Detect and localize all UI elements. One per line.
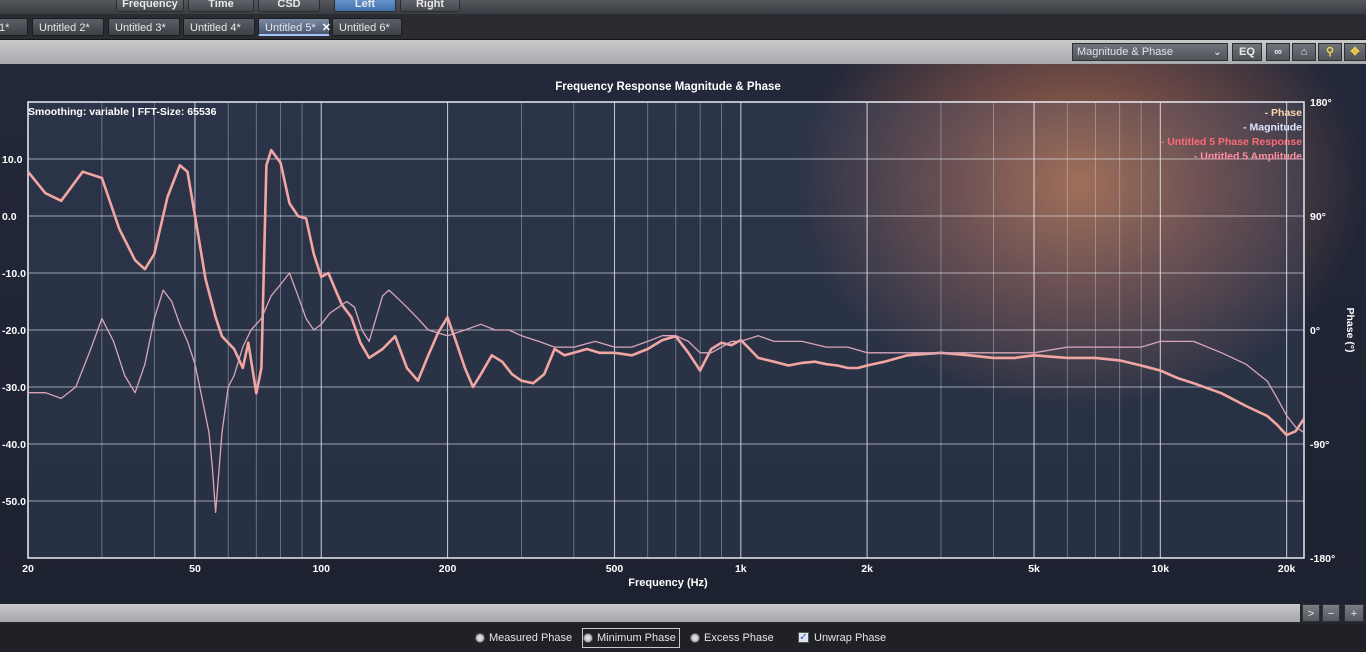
app-window: Frequency Time CSD Left Right 1* Untitle… xyxy=(0,0,1366,652)
eq-button[interactable]: EQ xyxy=(1232,43,1262,61)
radio-icon xyxy=(690,633,700,643)
tab-untitled-4[interactable]: Untitled 4* xyxy=(183,18,255,36)
top-toolbar: Frequency Time CSD Left Right xyxy=(0,0,1366,14)
time-button[interactable]: Time xyxy=(188,0,254,12)
measured-phase-radio[interactable]: Measured Phase xyxy=(475,629,572,647)
bottom-panel: > − + Measured Phase Minimum Phase Exces… xyxy=(0,604,1366,652)
csd-button[interactable]: CSD xyxy=(258,0,320,12)
x-tick-label: 20k xyxy=(1278,563,1296,575)
zoom-in-button[interactable]: + xyxy=(1344,604,1364,622)
excess-phase-radio[interactable]: Excess Phase xyxy=(690,629,774,647)
y-tick-label: -30.0 xyxy=(2,382,26,394)
y-tick-label: 10.0 xyxy=(2,154,23,166)
x-tick-label: 2k xyxy=(861,563,873,575)
y-tick-label: -10.0 xyxy=(2,268,26,280)
x-axis-label: Frequency (Hz) xyxy=(628,577,708,589)
view-mode-value: Magnitude & Phase xyxy=(1077,46,1174,58)
right-channel-button[interactable]: Right xyxy=(400,0,460,12)
tab-untitled-3[interactable]: Untitled 3* xyxy=(108,18,180,36)
phase-tick-label: 90° xyxy=(1310,211,1326,223)
y-tick-label: -40.0 xyxy=(2,439,26,451)
home-icon[interactable]: ⌂ xyxy=(1292,43,1316,61)
phase-options: Measured Phase Minimum Phase Excess Phas… xyxy=(0,624,1366,652)
legend-entry: - Magnitude xyxy=(1243,122,1302,134)
tab-untitled-2[interactable]: Untitled 2* xyxy=(32,18,104,36)
link-icon[interactable]: ∞ xyxy=(1266,43,1290,61)
phase-tick-label: 0° xyxy=(1310,325,1320,337)
view-toolbar: Magnitude & Phase ⌄ EQ ∞ ⌂ ⚲ ✥ xyxy=(0,40,1366,64)
option-label: Minimum Phase xyxy=(597,632,676,644)
unwrap-phase-checkbox[interactable]: ✓ Unwrap Phase xyxy=(798,629,886,647)
option-label: Measured Phase xyxy=(489,632,573,644)
frequency-button[interactable]: Frequency xyxy=(116,0,184,12)
smoothing-info: Smoothing: variable | FFT-Size: 65536 xyxy=(28,106,217,118)
radio-icon xyxy=(475,633,485,643)
zoom-out-button[interactable]: − xyxy=(1322,604,1340,622)
legend-entry: - Phase xyxy=(1265,107,1303,119)
checkmark-icon: ✓ xyxy=(798,632,809,643)
y-tick-label: -20.0 xyxy=(2,325,26,337)
x-tick-label: 10k xyxy=(1152,563,1170,575)
view-mode-select[interactable]: Magnitude & Phase ⌄ xyxy=(1072,43,1228,61)
x-tick-label: 100 xyxy=(312,563,330,575)
move-icon[interactable]: ✥ xyxy=(1344,43,1366,61)
legend-entry: - Untitled 5 Amplitude xyxy=(1194,151,1302,163)
y-tick-label: 0.0 xyxy=(2,211,17,223)
close-icon[interactable]: ✕ xyxy=(322,22,331,34)
option-label: Unwrap Phase xyxy=(814,632,887,644)
phase-tick-label: -90° xyxy=(1310,439,1329,451)
legend-entry: - Untitled 5 Phase Response xyxy=(1161,136,1302,148)
y-tick-label: -50.0 xyxy=(2,496,26,508)
x-tick-label: 500 xyxy=(606,563,624,575)
tab-untitled-1[interactable]: 1* xyxy=(0,18,28,36)
phase-axis-label: Phase (°) xyxy=(1344,307,1356,352)
tab-untitled-6[interactable]: Untitled 6* xyxy=(332,18,402,36)
horizontal-scrollbar[interactable] xyxy=(0,604,1300,622)
tab-untitled-5[interactable]: Untitled 5* ✕ xyxy=(258,18,331,36)
frequency-response-chart[interactable]: 20 50 100 200 500 1k 2k 5k 10k 20k 10.0 0.0 -10.0 -20… xyxy=(0,64,1366,604)
left-channel-button[interactable]: Left xyxy=(334,0,396,12)
zoom-icon[interactable]: ⚲ xyxy=(1318,43,1342,61)
graph-panel: 20 50 100 200 500 1k 2k 5k 10k 20k 10.0 0.0 -10.0 -20… xyxy=(0,64,1366,604)
x-tick-label: 5k xyxy=(1028,563,1040,575)
x-tick-label: 50 xyxy=(189,563,201,575)
radio-icon xyxy=(583,633,593,643)
option-label: Excess Phase xyxy=(704,632,774,644)
chart-title: Frequency Response Magnitude & Phase xyxy=(555,81,781,93)
phase-tick-label: 180° xyxy=(1310,97,1332,109)
tab-label: Untitled 5* xyxy=(265,22,316,34)
minimum-phase-radio[interactable]: Minimum Phase xyxy=(582,628,680,648)
x-tick-label: 200 xyxy=(439,563,457,575)
phase-tick-label: -180° xyxy=(1310,553,1335,565)
x-tick-label: 20 xyxy=(22,563,34,575)
tab-bar: 1* Untitled 2* Untitled 3* Untitled 4* U… xyxy=(0,14,1366,40)
chevron-down-icon: ⌄ xyxy=(1212,46,1222,58)
x-tick-label: 1k xyxy=(735,563,747,575)
scroll-right-button[interactable]: > xyxy=(1302,604,1320,622)
